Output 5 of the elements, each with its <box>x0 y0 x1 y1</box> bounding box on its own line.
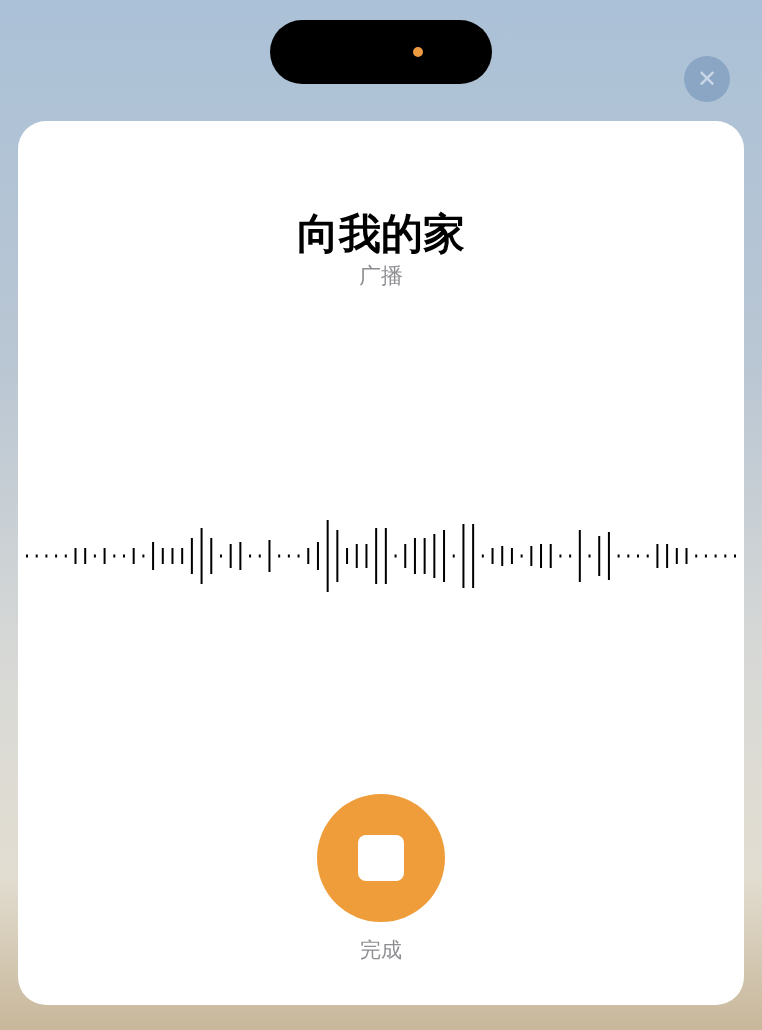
title: 向我的家 <box>297 208 465 260</box>
stop-label: 完成 <box>360 937 402 964</box>
stop-icon <box>358 835 404 881</box>
subtitle: 广播 <box>359 262 403 290</box>
close-button[interactable]: ✕ <box>684 56 730 102</box>
